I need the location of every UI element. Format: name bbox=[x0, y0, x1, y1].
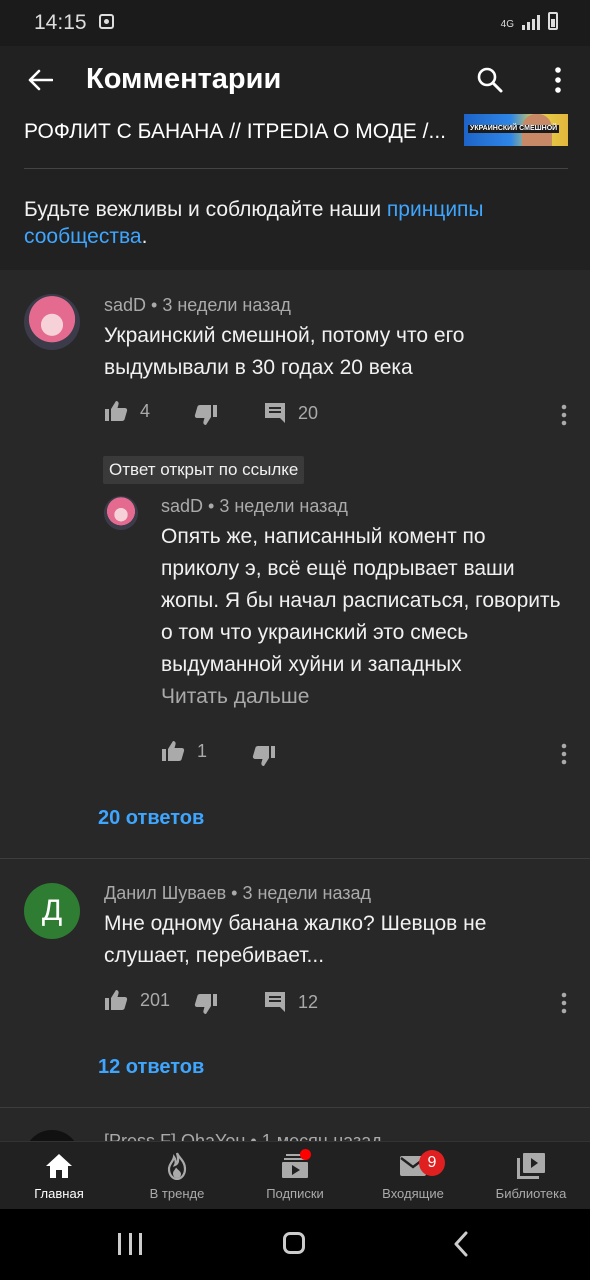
nav-trending[interactable]: В тренде bbox=[118, 1142, 236, 1210]
thumbs-down-icon bbox=[194, 994, 217, 1014]
like-count: 201 bbox=[140, 989, 171, 1010]
video-thumbnail[interactable]: УКРАИНСКИЙ СМЕШНОЙ bbox=[464, 114, 568, 146]
status-time: 14:15 bbox=[34, 11, 87, 34]
thumbs-up-icon bbox=[105, 401, 128, 421]
more-vertical-icon bbox=[555, 67, 561, 93]
divider bbox=[24, 168, 568, 169]
back-button[interactable] bbox=[22, 62, 58, 98]
divider bbox=[0, 858, 590, 859]
back-chevron-icon[interactable] bbox=[452, 1231, 470, 1257]
arrow-left-icon bbox=[28, 69, 53, 91]
like-button[interactable]: 201 bbox=[104, 989, 170, 1011]
system-navigation-bar bbox=[0, 1209, 590, 1280]
linked-reply-badge: Ответ открыт по ссылке bbox=[103, 456, 305, 484]
nav-library[interactable]: Библиотека bbox=[472, 1142, 590, 1210]
page-title: Комментарии bbox=[86, 63, 282, 95]
like-button[interactable]: 1 bbox=[161, 740, 207, 762]
dislike-button[interactable] bbox=[194, 404, 218, 426]
reply-count: 12 bbox=[298, 991, 319, 1012]
nav-inbox[interactable]: Входящие bbox=[354, 1142, 472, 1210]
bottom-navigation: Главная В тренде Подписки Входящие 9 Биб… bbox=[0, 1141, 590, 1210]
inbox-badge: 9 bbox=[419, 1150, 445, 1176]
view-replies-link[interactable]: 20 ответов bbox=[98, 807, 204, 830]
home-button[interactable] bbox=[283, 1232, 305, 1254]
comment-icon bbox=[265, 403, 285, 423]
comment-text: Украинский смешной, потому что его выдум… bbox=[104, 324, 465, 379]
comment-time: 3 недели назад bbox=[162, 295, 291, 315]
nav-label: Входящие bbox=[382, 1186, 444, 1201]
nav-label: Библиотека bbox=[495, 1186, 567, 1201]
comment-time: 3 недели назад bbox=[242, 883, 372, 903]
comment-more-button[interactable] bbox=[552, 988, 576, 1018]
dislike-button[interactable] bbox=[194, 993, 218, 1015]
status-bar: 14:15 4G bbox=[0, 0, 590, 46]
thumbs-up-icon bbox=[105, 990, 128, 1010]
search-icon bbox=[477, 67, 503, 93]
thumbnail-text: УКРАИНСКИЙ СМЕШНОЙ bbox=[468, 125, 560, 133]
reply-button[interactable]: 20 bbox=[264, 402, 318, 424]
nav-label: Подписки bbox=[266, 1186, 324, 1201]
comment-meta: sadD • 3 недели назад bbox=[104, 295, 291, 315]
reply-author[interactable]: sadD bbox=[161, 496, 203, 516]
like-button[interactable]: 4 bbox=[104, 400, 150, 422]
nav-home[interactable]: Главная bbox=[0, 1142, 118, 1210]
reply-count: 20 bbox=[298, 402, 319, 423]
comment-meta: Данил Шуваев • 3 недели назад bbox=[104, 883, 372, 903]
notification-icon bbox=[99, 14, 114, 29]
more-vertical-icon bbox=[561, 404, 567, 426]
community-guidelines-notice: Будьте вежливы и соблюдайте наши принцип… bbox=[24, 196, 554, 250]
video-title[interactable]: РОФЛИТ С БАНАНА // ITPEDIA О МОДЕ /... bbox=[24, 120, 464, 144]
divider bbox=[0, 1107, 590, 1108]
signal-icon bbox=[522, 14, 540, 30]
reply-button[interactable]: 12 bbox=[264, 991, 318, 1013]
nav-label: В тренде bbox=[149, 1186, 205, 1201]
battery-icon bbox=[548, 12, 558, 30]
recents-button[interactable] bbox=[118, 1233, 142, 1255]
thumbs-down-icon bbox=[252, 746, 275, 766]
nav-subscriptions[interactable]: Подписки bbox=[236, 1142, 354, 1210]
more-vertical-icon bbox=[561, 992, 567, 1014]
video-header: РОФЛИТ С БАНАНА // ITPEDIA О МОДЕ /... У… bbox=[0, 114, 590, 270]
comment-text: Мне одному банана жалко? Шевцов не слуша… bbox=[104, 912, 487, 967]
comment-more-button[interactable] bbox=[552, 400, 576, 430]
flame-icon bbox=[162, 1152, 192, 1180]
search-button[interactable] bbox=[472, 62, 508, 98]
library-icon bbox=[516, 1152, 546, 1180]
nav-label: Главная bbox=[34, 1186, 84, 1201]
comment-author[interactable]: Данил Шуваев bbox=[104, 883, 226, 903]
reply-meta: sadD • 3 недели назад bbox=[161, 496, 348, 516]
reply-more-button[interactable] bbox=[552, 739, 576, 769]
like-count: 4 bbox=[140, 400, 151, 421]
new-content-dot bbox=[300, 1149, 311, 1160]
comment-icon bbox=[265, 992, 285, 1012]
more-options-button[interactable] bbox=[540, 62, 576, 98]
reply-text-body: Опять же, написанный комент по приколу э… bbox=[161, 525, 561, 676]
like-count: 1 bbox=[197, 740, 208, 761]
view-replies-link[interactable]: 12 ответов bbox=[98, 1056, 204, 1079]
network-type: 4G bbox=[500, 19, 514, 30]
guidelines-end: . bbox=[141, 225, 148, 248]
more-vertical-icon bbox=[561, 743, 567, 765]
dislike-button[interactable] bbox=[252, 745, 276, 767]
thumbs-down-icon bbox=[194, 405, 217, 425]
reply-text: Опять же, написанный комент по приколу э… bbox=[161, 521, 561, 713]
status-indicators: 4G bbox=[501, 12, 558, 30]
home-icon bbox=[44, 1152, 74, 1180]
comment-author[interactable]: sadD bbox=[104, 295, 146, 315]
avatar[interactable] bbox=[24, 294, 80, 350]
avatar[interactable] bbox=[104, 496, 138, 530]
avatar[interactable]: Д bbox=[24, 883, 80, 939]
thumbs-up-icon bbox=[162, 741, 185, 761]
guidelines-text: Будьте вежливы и соблюдайте наши bbox=[24, 198, 387, 221]
reply-time: 3 недели назад bbox=[219, 496, 348, 516]
read-more-link[interactable]: Читать дальше bbox=[161, 685, 309, 708]
app-bar: Комментарии bbox=[0, 46, 590, 114]
